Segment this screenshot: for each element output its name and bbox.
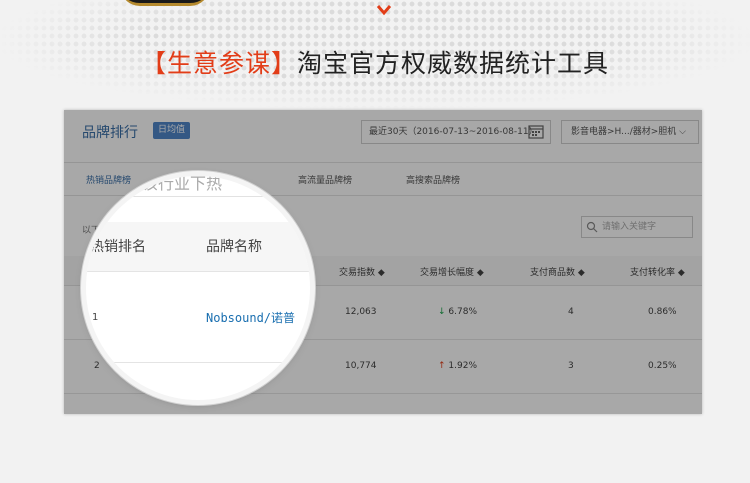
panel-title: 品牌排行 bbox=[82, 125, 138, 141]
items-cell: 4 bbox=[568, 307, 574, 317]
headline-main: 淘宝官方权威数据统计工具 bbox=[297, 49, 610, 78]
arrow-up-icon: ↑ bbox=[438, 361, 446, 371]
date-range-select[interactable]: 最近30天（2016-07-13~2016-08-11） bbox=[361, 120, 551, 144]
headline-bracket: 【生意参谋】 bbox=[140, 49, 297, 78]
lens-table-header: 热销排名 品牌名称 bbox=[86, 222, 310, 272]
col-items[interactable]: 支付商品数 ◆ bbox=[530, 265, 585, 278]
divider bbox=[86, 196, 310, 197]
chevron-down-icon bbox=[376, 5, 392, 16]
growth-cell: ↓ 6.78% bbox=[438, 307, 478, 317]
divider bbox=[86, 362, 310, 363]
tab-high-search[interactable]: 高搜索品牌榜 bbox=[406, 173, 460, 186]
tab-hot-sales[interactable]: 热销品牌榜 bbox=[86, 173, 131, 186]
brand-link[interactable]: Nobsound/诺普 bbox=[206, 309, 295, 326]
conversion-cell: 0.86% bbox=[648, 307, 677, 317]
col-hot-rank: 热销排名 bbox=[90, 239, 146, 255]
col-growth[interactable]: 交易增长幅度 ◆ bbox=[420, 265, 484, 278]
magnifier-lens: 看该行业下热 热销排名 品牌名称 1 Nobsound/诺普 bbox=[86, 176, 310, 400]
headline: 【生意参谋】淘宝官方权威数据统计工具 bbox=[0, 44, 750, 80]
lens-tab-text: 看该行业下热 bbox=[126, 176, 223, 193]
category-select[interactable]: 影音电器>H.../器材>胆机 ⌵ bbox=[561, 120, 699, 144]
growth-cell: ↑ 1.92% bbox=[438, 361, 478, 371]
arrow-down-icon: ↓ bbox=[438, 307, 446, 317]
col-conversion[interactable]: 支付转化率 ◆ bbox=[630, 265, 685, 278]
lens-rank-value: 1 bbox=[92, 312, 99, 323]
trade-index-cell: 10,774 bbox=[345, 361, 377, 371]
col-brand-name: 品牌名称 bbox=[206, 239, 262, 255]
trade-index-cell: 12,063 bbox=[345, 307, 377, 317]
calendar-icon[interactable] bbox=[528, 124, 544, 139]
items-cell: 3 bbox=[568, 361, 574, 371]
conversion-cell: 0.25% bbox=[648, 361, 677, 371]
tab-high-traffic[interactable]: 高流量品牌榜 bbox=[298, 173, 352, 186]
col-trade-index[interactable]: 交易指数 ◆ bbox=[339, 265, 385, 278]
average-badge: 日均值 bbox=[153, 122, 191, 139]
search-icon bbox=[586, 221, 598, 233]
category-label: 影音电器>H.../器材>胆机 bbox=[571, 127, 677, 137]
